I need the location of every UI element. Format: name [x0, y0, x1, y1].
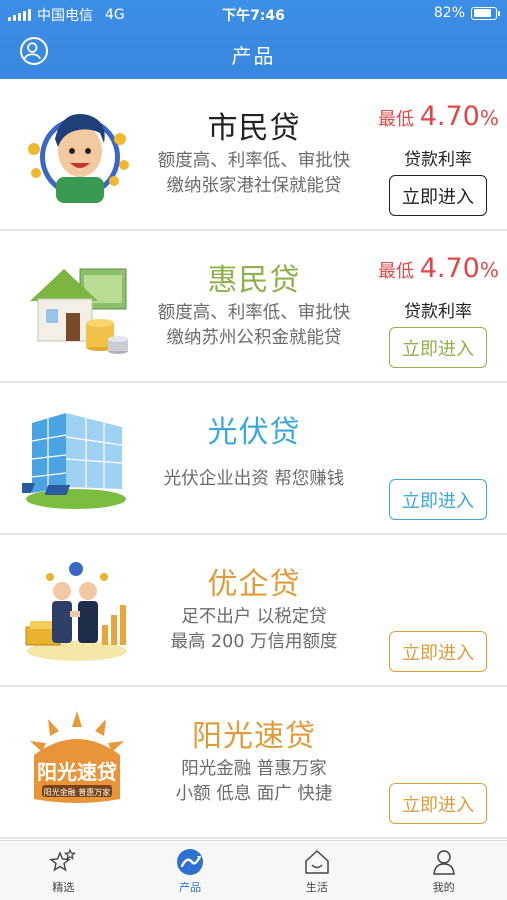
solar-panel-building-icon: [9, 403, 132, 513]
product-desc-line1: 足不出户 以税定贷: [181, 607, 327, 627]
house-with-money-icon: [22, 251, 132, 361]
rate-text: 最低 4.70%: [378, 253, 499, 284]
enter-button[interactable]: 立即进入: [389, 327, 487, 368]
business-handshake-icon: [22, 555, 132, 665]
clock: 下午7:46: [222, 8, 285, 24]
page-title: 产品: [231, 44, 276, 68]
rate-value: 4.70: [419, 253, 480, 284]
rate-prefix: 最低: [378, 109, 414, 130]
tab-label: 产品: [179, 880, 202, 894]
tab-label: 我的: [432, 880, 455, 894]
product-name: 优企贷: [207, 567, 301, 602]
product-name: 光伏贷: [207, 415, 301, 450]
product-desc-line1: 光伏企业出资 帮您赚钱: [163, 469, 345, 489]
person-icon: [432, 849, 455, 875]
tab-label: 精选: [52, 880, 75, 894]
rate-prefix: 最低: [378, 261, 414, 282]
rate-text: 最低 4.70%: [378, 101, 499, 132]
sunshine-loan-logo-icon: 阳光速贷 阳光金融 普惠万家: [22, 707, 132, 817]
product-name: 市民贷: [207, 111, 301, 146]
rate-unit: %: [479, 106, 499, 130]
product-desc-line2: 小额 低息 面广 快捷: [175, 784, 333, 804]
product-card-shimindai[interactable]: 市民贷 额度高、利率低、审批快 缴纳张家港社保就能贷 最低 4.70% 贷款利率…: [0, 79, 507, 231]
product-card-yangguangsudai[interactable]: 阳光速贷 阳光金融 普惠万家 阳光速贷 阳光金融 普惠万家 小额 低息 面广 快…: [0, 687, 507, 839]
enter-button[interactable]: 立即进入: [389, 631, 487, 672]
product-desc-line1: 额度高、利率低、审批快: [157, 151, 351, 171]
tab-featured[interactable]: 精选: [0, 841, 127, 900]
product-card-guangfudai[interactable]: 光伏贷 光伏企业出资 帮您赚钱 立即进入: [0, 383, 507, 535]
enter-button[interactable]: 立即进入: [389, 783, 487, 824]
product-icon: [177, 848, 204, 875]
svg-text:阳光速贷: 阳光速贷: [37, 760, 117, 784]
svg-text:阳光金融 普惠万家: 阳光金融 普惠万家: [44, 787, 111, 797]
battery-icon: [471, 6, 500, 20]
enter-button[interactable]: 立即进入: [389, 175, 487, 216]
product-name: 惠民贷: [207, 263, 301, 298]
rate-label: 贷款利率: [404, 150, 472, 170]
battery-percent: 82%: [433, 5, 465, 21]
stars-icon: [49, 847, 77, 872]
house-smile-icon: [305, 849, 329, 874]
tab-products[interactable]: 产品: [127, 841, 254, 900]
product-desc-line2: 缴纳苏州公积金就能贷: [166, 328, 342, 348]
product-card-huimindai[interactable]: 惠民贷 额度高、利率低、审批快 缴纳苏州公积金就能贷 最低 4.70% 贷款利率…: [0, 231, 507, 383]
rate-value: 4.70: [419, 101, 480, 132]
app-header: 中国电信 4G 下午7:46 82% 产品: [0, 0, 507, 79]
rate-label: 贷款利率: [404, 302, 472, 322]
enter-button[interactable]: 立即进入: [389, 479, 487, 520]
tab-life[interactable]: 生活: [254, 841, 381, 900]
tab-label: 生活: [305, 880, 328, 894]
bottom-tab-bar: 精选 产品 生活 我的: [0, 840, 507, 900]
product-desc-line1: 阳光金融 普惠万家: [181, 759, 327, 779]
product-desc-line1: 额度高、利率低、审批快: [157, 303, 351, 323]
product-card-youqidai[interactable]: 优企贷 足不出户 以税定贷 最高 200 万信用额度 立即进入: [0, 535, 507, 687]
product-desc-line2: 最高 200 万信用额度: [170, 632, 338, 652]
tab-mine[interactable]: 我的: [380, 841, 507, 900]
man-with-coins-icon: [22, 99, 132, 209]
product-desc-line2: 缴纳张家港社保就能贷: [166, 176, 342, 196]
status-bar: 中国电信 4G 下午7:46 82%: [0, 0, 507, 28]
product-name: 阳光速贷: [192, 719, 316, 754]
rate-unit: %: [479, 258, 499, 282]
product-list: 市民贷 额度高、利率低、审批快 缴纳张家港社保就能贷 最低 4.70% 贷款利率…: [0, 79, 507, 840]
